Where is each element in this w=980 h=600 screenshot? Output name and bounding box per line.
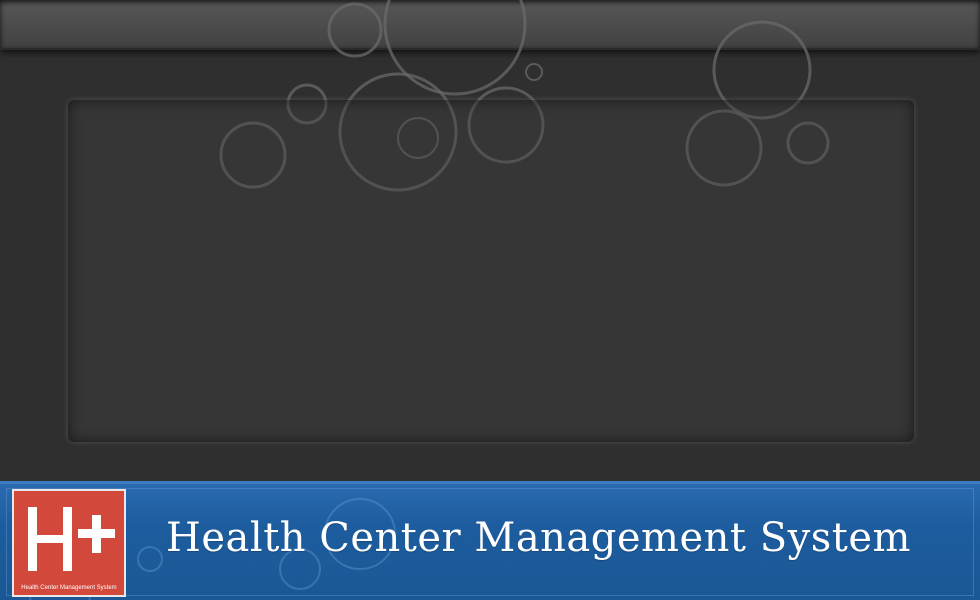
logo-caption: Health Center Management System bbox=[21, 585, 117, 591]
footer-banner: Health Center Management System Health C… bbox=[0, 481, 980, 600]
top-bar bbox=[0, 0, 980, 50]
content-panel bbox=[68, 100, 914, 442]
app-logo: Health Center Management System bbox=[12, 489, 126, 597]
app-title: Health Center Management System bbox=[166, 515, 911, 561]
app-window: Health Center Management System Health C… bbox=[0, 0, 980, 600]
h-plus-logo-icon bbox=[28, 507, 115, 571]
